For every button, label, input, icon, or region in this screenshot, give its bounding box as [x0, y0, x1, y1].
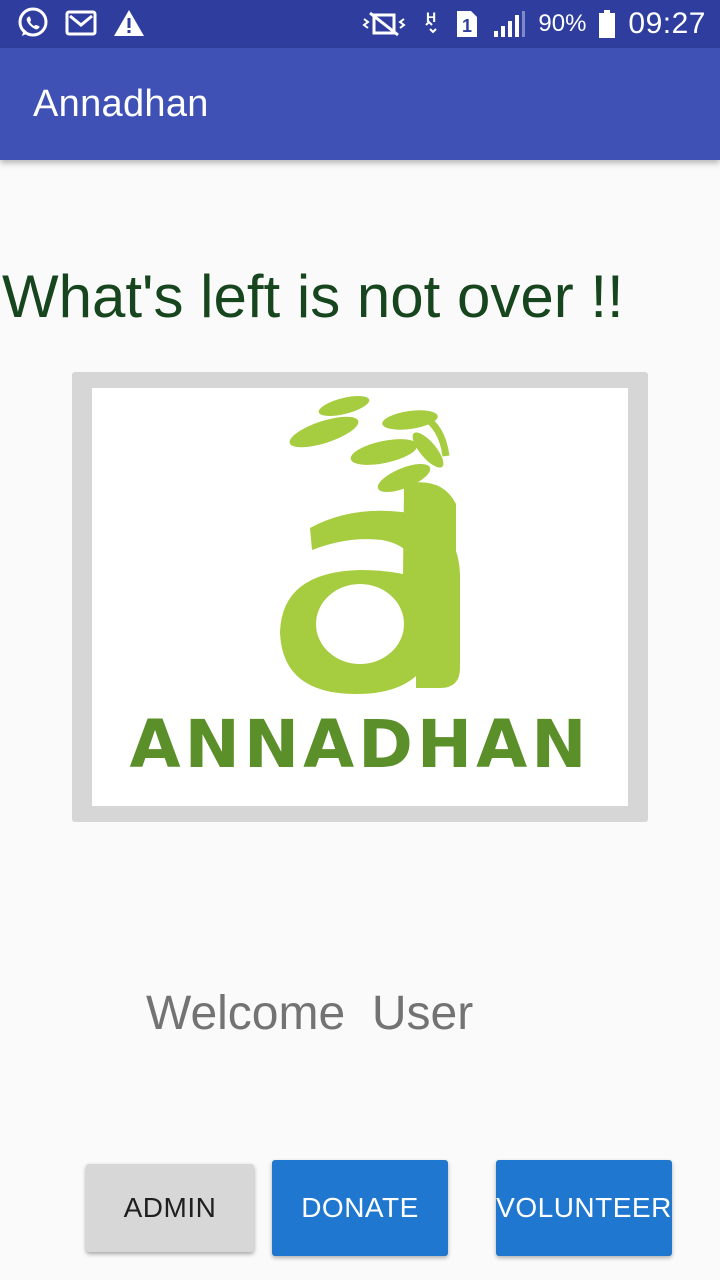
welcome-text: Welcome User [146, 987, 474, 1040]
battery-icon [599, 10, 616, 38]
logo-frame: ANNADHAN [72, 372, 648, 822]
vibrate-icon [362, 11, 407, 37]
battery-percent: 90% [538, 10, 587, 37]
status-bar: H 1 90% 09:27 [0, 0, 720, 48]
logo-wordmark: ANNADHAN [129, 706, 591, 783]
data-arrows-icon: H [425, 9, 438, 34]
whatsapp-icon [18, 7, 48, 37]
gmail-icon [65, 10, 97, 36]
svg-text:1: 1 [462, 16, 472, 36]
volunteer-button[interactable]: VOLUNTEER [496, 1160, 672, 1256]
sim-icon: 1 [457, 11, 478, 37]
warning-icon [114, 10, 144, 36]
tagline: What's left is not over !! [2, 263, 624, 330]
donate-button[interactable]: DONATE [272, 1160, 448, 1256]
admin-button[interactable]: ADMIN [86, 1164, 254, 1252]
annadhan-logo: ANNADHAN [92, 388, 628, 806]
app-bar: Annadhan [0, 48, 720, 160]
app-title: Annadhan [33, 83, 209, 125]
signal-icon [494, 11, 526, 37]
status-clock: 09:27 [628, 7, 706, 40]
